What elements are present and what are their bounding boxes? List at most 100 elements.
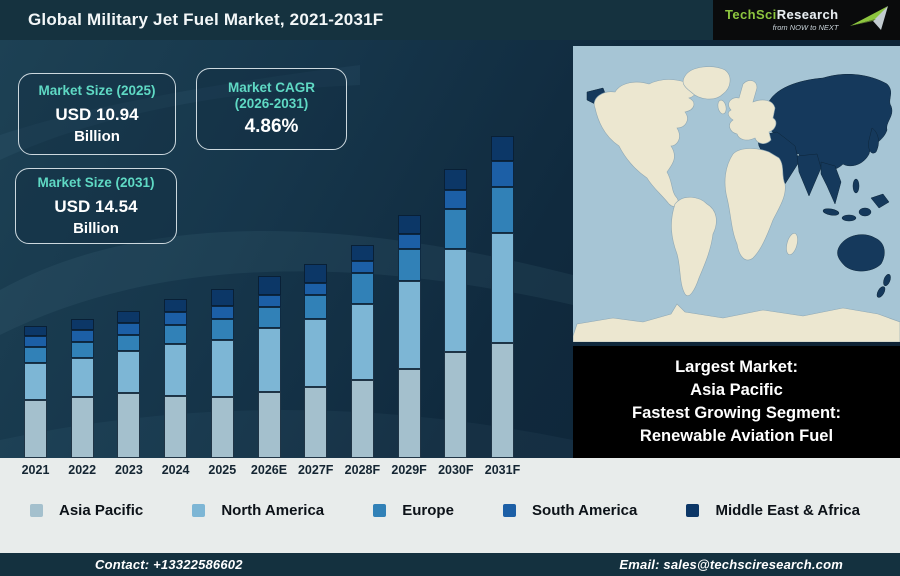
footer: Contact: +13322586602 Email: sales@techs… — [0, 553, 900, 576]
x-tick-2027F: 2027F — [297, 463, 334, 477]
segment-south-america — [210, 306, 234, 319]
legend-item-asia-pacific: Asia Pacific — [30, 502, 143, 519]
main-panel: Market Size (2025) USD 10.94 Billion Mar… — [0, 40, 900, 458]
stat-unit: Billion — [73, 219, 119, 237]
segment-asia-pacific — [304, 387, 328, 458]
segment-asia-pacific — [397, 369, 421, 458]
year-labels: 2021 2022 2023 2024 2025 2026E 2027F 2028F 2029F… — [0, 463, 573, 483]
segment-middle-east-africa — [24, 326, 47, 336]
segment-asia-pacific — [350, 380, 374, 458]
world-map — [573, 46, 900, 342]
bar-2026E — [257, 276, 281, 458]
segment-middle-east-africa — [70, 319, 94, 330]
segment-middle-east-africa — [491, 136, 514, 161]
segment-south-america — [24, 336, 47, 347]
header: Global Military Jet Fuel Market, 2021-20… — [0, 0, 900, 40]
stat-box-market-size-2025: Market Size (2025) USD 10.94 Billion — [18, 73, 176, 155]
brand-logo-text: TechSciResearch from NOW to NEXT — [725, 8, 838, 32]
brand-name-primary: TechSci — [725, 7, 777, 23]
segment-europe — [397, 249, 421, 281]
segment-middle-east-africa — [397, 215, 421, 234]
title-bar: Global Military Jet Fuel Market, 2021-20… — [0, 0, 713, 40]
bar-2025 — [210, 289, 234, 458]
bar-2030F — [444, 169, 468, 458]
x-tick-2028F: 2028F — [344, 463, 381, 477]
segment-north-america — [397, 281, 421, 369]
stat-box-market-cagr: Market CAGR (2026-2031) 4.86% — [196, 68, 347, 150]
segment-europe — [210, 319, 234, 340]
segment-asia-pacific — [210, 397, 234, 458]
segment-middle-east-africa — [164, 299, 188, 312]
segment-middle-east-africa — [257, 276, 281, 295]
segment-north-america — [164, 344, 188, 396]
info-line: Renewable Aviation Fuel — [639, 427, 834, 445]
x-tick-2026E: 2026E — [250, 463, 288, 477]
stat-value: 4.86% — [244, 116, 299, 138]
segment-europe — [24, 347, 47, 363]
segment-south-america — [491, 161, 514, 187]
segment-north-america — [350, 304, 374, 380]
segment-north-america — [304, 319, 328, 387]
legend-swatch-middle-east-africa — [686, 504, 700, 517]
segment-north-america — [24, 363, 47, 400]
segment-middle-east-africa — [350, 245, 374, 261]
segment-north-america — [257, 328, 281, 392]
segment-south-america — [117, 323, 141, 335]
segment-middle-east-africa — [210, 289, 234, 306]
brand-logo: TechSciResearch from NOW to NEXT — [713, 0, 900, 40]
stat-label-line2: (2026-2031) — [234, 96, 309, 111]
info-line: Asia Pacific — [690, 381, 783, 399]
stat-label: Market Size (2025) — [38, 83, 156, 99]
segment-south-america — [164, 312, 188, 325]
segment-asia-pacific — [70, 397, 94, 458]
x-tick-2021: 2021 — [21, 463, 50, 477]
map-indonesia-2 — [841, 214, 857, 222]
map-australia — [837, 234, 885, 272]
x-tick-2023: 2023 — [114, 463, 143, 477]
segment-asia-pacific — [117, 393, 141, 458]
map-philippines — [852, 178, 860, 194]
segment-south-america — [257, 295, 281, 307]
info-line: Largest Market: — [675, 358, 798, 376]
stat-value: USD 14.54 — [54, 196, 138, 216]
page-title: Global Military Jet Fuel Market, 2021-20… — [28, 10, 384, 29]
segment-europe — [117, 335, 141, 351]
x-tick-2031F: 2031F — [484, 463, 521, 477]
segment-asia-pacific — [444, 352, 468, 458]
legend-swatch-north-america — [192, 504, 206, 517]
legend-label: South America — [532, 502, 638, 519]
segment-north-america — [210, 340, 234, 397]
market-info-box: Largest Market: Asia Pacific Fastest Gro… — [573, 346, 900, 458]
legend-item-middle-east-africa: Middle East & Africa — [686, 502, 860, 519]
legend-label: Europe — [402, 502, 454, 519]
segment-europe — [350, 273, 374, 304]
legend-label: Middle East & Africa — [715, 502, 860, 519]
infographic: Global Military Jet Fuel Market, 2021-20… — [0, 0, 900, 576]
right-panel: Largest Market: Asia Pacific Fastest Gro… — [573, 46, 900, 458]
bar-2023 — [117, 311, 141, 458]
segment-south-america — [70, 330, 94, 342]
bar-2028F — [350, 245, 374, 458]
x-tick-2025: 2025 — [208, 463, 237, 477]
legend-item-europe: Europe — [373, 502, 454, 519]
segment-north-america — [117, 351, 141, 393]
legend-swatch-europe — [373, 504, 387, 517]
segment-asia-pacific — [491, 343, 514, 458]
x-tick-2030F: 2030F — [438, 463, 474, 477]
stat-value: USD 10.94 — [55, 104, 139, 124]
contact-email: Email: sales@techsciresearch.com — [619, 557, 843, 572]
segment-middle-east-africa — [444, 169, 468, 190]
stat-label: Market Size (2031) — [37, 175, 155, 191]
bar-2027F — [304, 264, 328, 458]
x-tick-2024: 2024 — [161, 463, 190, 477]
legend-item-south-america: South America — [503, 502, 637, 519]
segment-middle-east-africa — [304, 264, 328, 283]
stat-box-market-size-2031: Market Size (2031) USD 14.54 Billion — [15, 168, 177, 244]
bottom-strip: 2021 2022 2023 2024 2025 2026E 2027F 2028F 2029F… — [0, 458, 900, 553]
segment-south-america — [444, 190, 468, 209]
x-tick-2022: 2022 — [68, 463, 97, 477]
segment-europe — [444, 209, 468, 249]
legend-item-north-america: North America — [192, 502, 324, 519]
bar-2029F — [397, 215, 421, 458]
info-line: Fastest Growing Segment: — [631, 404, 842, 422]
